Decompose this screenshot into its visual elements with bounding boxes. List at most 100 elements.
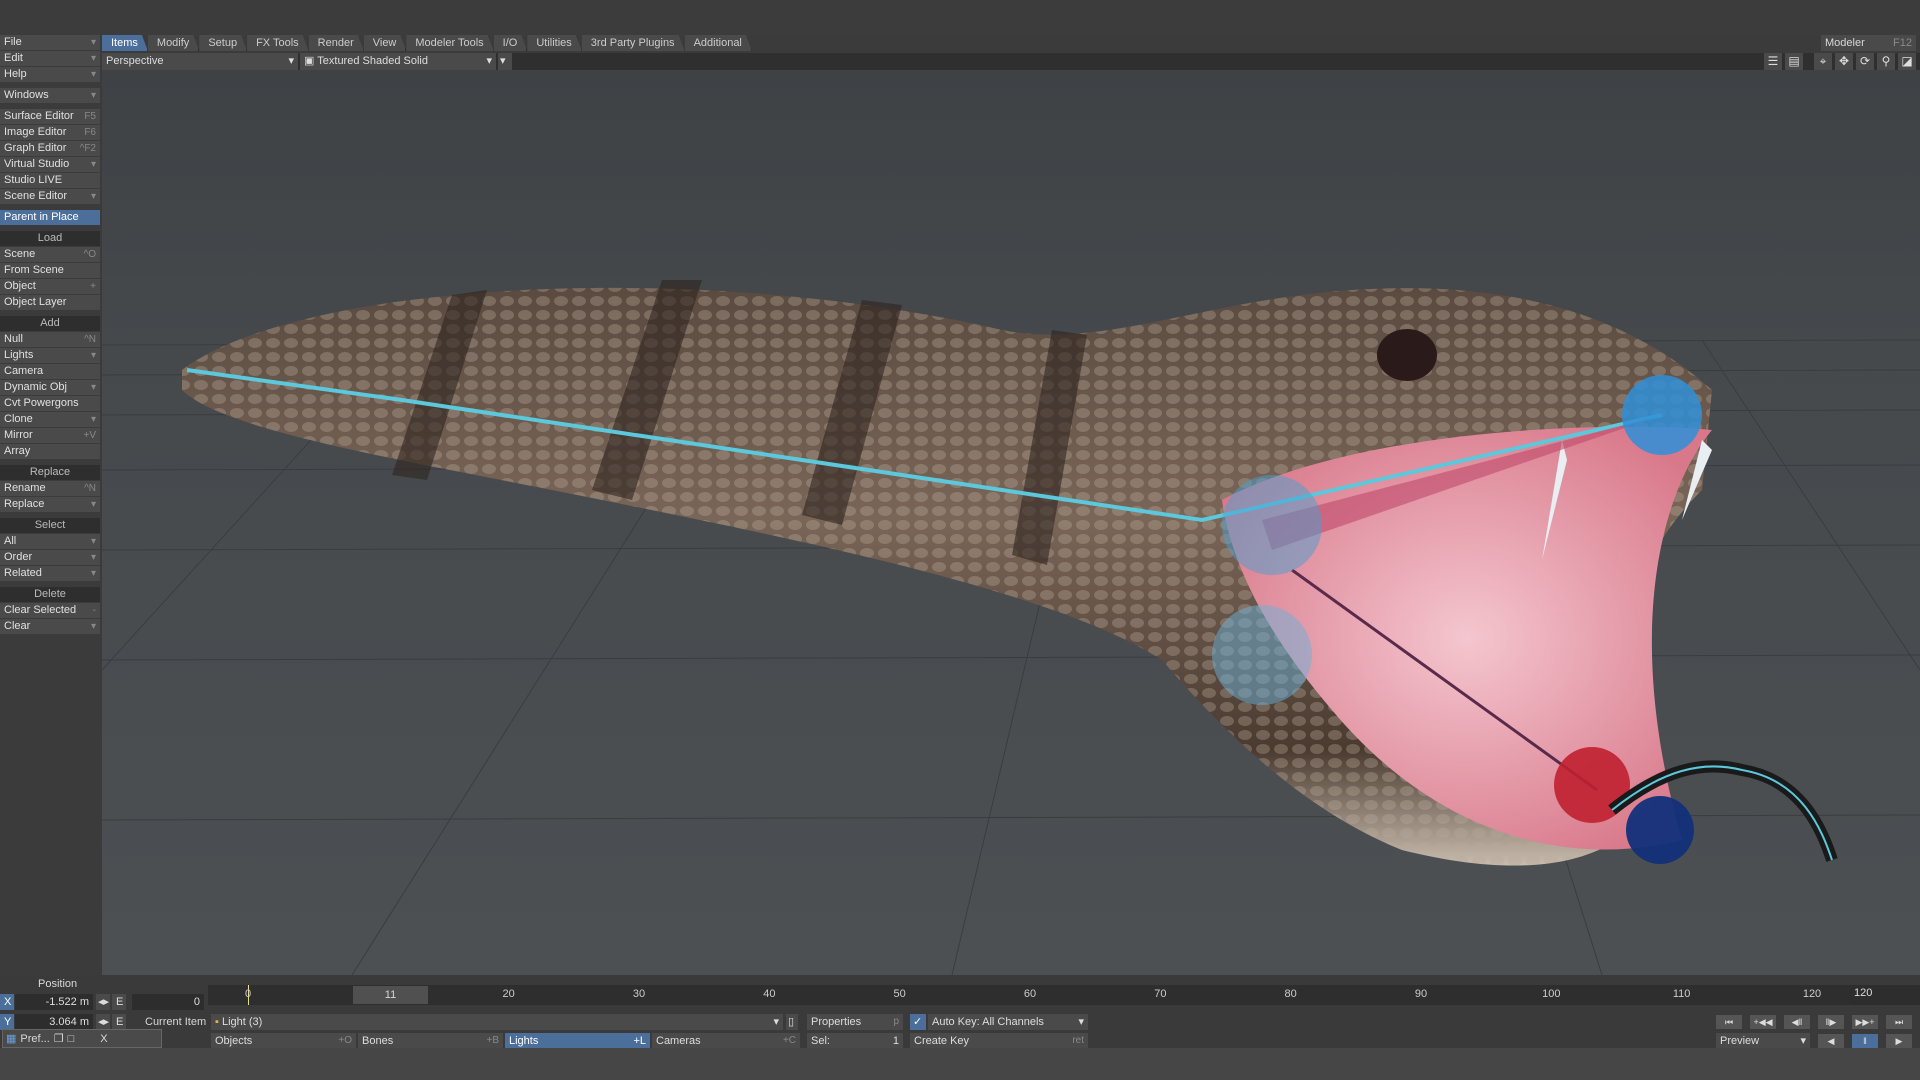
maximize-icon[interactable]: □ (68, 1033, 75, 1045)
sidebar-item-order[interactable]: Order ▾ (0, 550, 100, 565)
y-envelope-button[interactable]: E (112, 1014, 126, 1030)
y-arrows-icon[interactable]: ◂▸ (96, 1014, 110, 1030)
create-key-button[interactable]: Create Key ret (910, 1033, 1088, 1049)
objects-key: +O (338, 1035, 352, 1046)
tab-additional[interactable]: Additional (685, 35, 752, 51)
properties-button[interactable]: Properties p (807, 1014, 903, 1030)
timeline-slider[interactable]: 11 0 20 30 40 50 60 70 80 90 100 110 120 (208, 985, 1920, 1005)
y-position-input[interactable]: 3.064 m (15, 1014, 93, 1030)
sidebar-item-array[interactable]: Array (0, 444, 100, 459)
item-info-button[interactable]: ▯ (786, 1014, 798, 1030)
sidebar-item-studio-live[interactable]: Studio LIVE (0, 173, 100, 188)
start-frame-value: 0 (193, 996, 200, 1008)
sidebar-item-surface-editor[interactable]: Surface Editor F5 (0, 109, 100, 124)
maximize-icon[interactable]: ◪ (1898, 53, 1916, 70)
next-key-icon[interactable]: ▶▶+ (1852, 1015, 1878, 1029)
viewport-options-dropdown[interactable]: ▾ (498, 53, 512, 70)
autokey-dropdown[interactable]: Auto Key: All Channels ▾ (928, 1014, 1088, 1030)
sidebar-item-windows[interactable]: Windows ▾ (0, 88, 100, 103)
sidebar-item-camera[interactable]: Camera (0, 364, 100, 379)
prev-key-icon[interactable]: +◀◀ (1750, 1015, 1776, 1029)
close-icon[interactable]: X (100, 1033, 107, 1045)
view-type-label: Perspective (106, 55, 164, 67)
sidebar-item-null[interactable]: Null ^N (0, 332, 100, 347)
sidebar-item-help[interactable]: Help ▾ (0, 67, 100, 82)
objects-button[interactable]: Objects +O (211, 1033, 356, 1049)
last-frame-icon[interactable]: ⏭ (1886, 1015, 1912, 1029)
list-icon[interactable]: ☰ (1764, 53, 1782, 70)
first-frame-icon[interactable]: ⏮ (1716, 1015, 1742, 1029)
tab-3rd-party-plugins[interactable]: 3rd Party Plugins (582, 35, 685, 51)
sidebar-item-replace[interactable]: Replace ▾ (0, 497, 100, 512)
sidebar-item-edit[interactable]: Edit ▾ (0, 51, 100, 66)
sidebar-item-graph-editor[interactable]: Graph Editor ^F2 (0, 141, 100, 156)
current-item-dropdown[interactable]: ▪ Light (3) ▾ (211, 1014, 783, 1030)
sidebar-item-clear-selected[interactable]: Clear Selected - (0, 603, 100, 618)
layout-icon[interactable]: ▤ (1785, 53, 1803, 70)
title-area (0, 0, 1920, 36)
start-frame-input[interactable]: 0 (132, 994, 204, 1010)
x-envelope-button[interactable]: E (112, 994, 126, 1010)
step-forward-icon[interactable]: ‖▶ (1818, 1015, 1844, 1029)
parent-in-place-toggle[interactable]: Parent in Place (0, 210, 100, 225)
tab-view[interactable]: View (364, 35, 407, 51)
sidebar-item-cvt-powergons[interactable]: Cvt Powergons (0, 396, 100, 411)
restore-icon[interactable]: ❐ (54, 1032, 64, 1045)
rotate-icon[interactable]: ⟳ (1856, 53, 1874, 70)
minimized-pref-window[interactable]: ▦ Pref... ❐ □ X (2, 1029, 162, 1048)
sidebar-item-label: Graph Editor (4, 142, 67, 154)
lights-button[interactable]: Lights +L (505, 1033, 650, 1049)
cameras-button[interactable]: Cameras +C (652, 1033, 800, 1049)
sidebar-item-label: Array (4, 445, 31, 457)
tab-modeler-tools[interactable]: Modeler Tools (406, 35, 493, 51)
3d-viewport[interactable] (102, 70, 1920, 975)
tab-i-o[interactable]: I/O (494, 35, 528, 51)
render-mode-dropdown[interactable]: ▣ Textured Shaded Solid ▾ (300, 53, 496, 70)
x-position-input[interactable]: -1.522 m (15, 994, 93, 1010)
tab-utilities[interactable]: Utilities (527, 35, 581, 51)
sidebar-item-related[interactable]: Related ▾ (0, 566, 100, 581)
play-forward-icon[interactable]: ▶ (1886, 1034, 1912, 1048)
tab-fx-tools[interactable]: FX Tools (247, 35, 309, 51)
sidebar-item-scene-editor[interactable]: Scene Editor ▾ (0, 189, 100, 204)
sidebar-item-label: Mirror (4, 429, 33, 441)
play-backward-icon[interactable]: ◀ (1818, 1034, 1844, 1048)
sidebar-item-clone[interactable]: Clone ▾ (0, 412, 100, 427)
autokey-checkbox[interactable]: ✓ (910, 1014, 926, 1030)
tab-items[interactable]: Items (102, 35, 148, 51)
timeline-tick-label: 80 (1284, 988, 1297, 1000)
sidebar-item-clear[interactable]: Clear ▾ (0, 619, 100, 634)
move-icon[interactable]: ✥ (1835, 53, 1853, 70)
sidebar-item-mirror[interactable]: Mirror +V (0, 428, 100, 443)
zoom-icon[interactable]: ⚲ (1877, 53, 1895, 70)
texture-icon: ▣ (304, 55, 318, 67)
tab-setup[interactable]: Setup (199, 35, 247, 51)
sidebar-item-virtual-studio[interactable]: Virtual Studio ▾ (0, 157, 100, 172)
timeline-tick-label: 30 (632, 988, 646, 1000)
timeline-tick-label: 70 (1154, 988, 1167, 1000)
sidebar-item-from-scene[interactable]: From Scene (0, 263, 100, 278)
center-icon[interactable]: ⌖ (1814, 53, 1832, 70)
modeler-button[interactable]: Modeler F12 (1821, 35, 1916, 51)
end-frame-input[interactable]: 120 (1850, 985, 1920, 1005)
sidebar-item-image-editor[interactable]: Image Editor F6 (0, 125, 100, 140)
sidebar-item-lights[interactable]: Lights ▾ (0, 348, 100, 363)
sidebar-item-rename[interactable]: Rename ^N (0, 481, 100, 496)
view-type-dropdown[interactable]: Perspective ▾ (102, 53, 298, 70)
sidebar-item-all[interactable]: All ▾ (0, 534, 100, 549)
shortcut-key: F6 (84, 127, 96, 138)
tab-modify[interactable]: Modify (148, 35, 199, 51)
bones-button[interactable]: Bones +B (358, 1033, 503, 1049)
sidebar-item-scene[interactable]: Scene ^O (0, 247, 100, 262)
position-label: Position (38, 978, 78, 990)
sidebar-item-file[interactable]: File ▾ (0, 35, 100, 50)
x-arrows-icon[interactable]: ◂▸ (96, 994, 110, 1010)
sidebar-item-dynamic-obj[interactable]: Dynamic Obj ▾ (0, 380, 100, 395)
sidebar-item-object-layer[interactable]: Object Layer (0, 295, 100, 310)
pause-icon[interactable]: ‖ (1852, 1034, 1878, 1048)
tab-render[interactable]: Render (309, 35, 364, 51)
sidebar-item-object[interactable]: Object + (0, 279, 100, 294)
step-back-icon[interactable]: ◀‖ (1784, 1015, 1810, 1029)
preview-dropdown[interactable]: Preview ▾ (1716, 1033, 1810, 1049)
current-frame-marker[interactable]: 11 (353, 986, 428, 1004)
